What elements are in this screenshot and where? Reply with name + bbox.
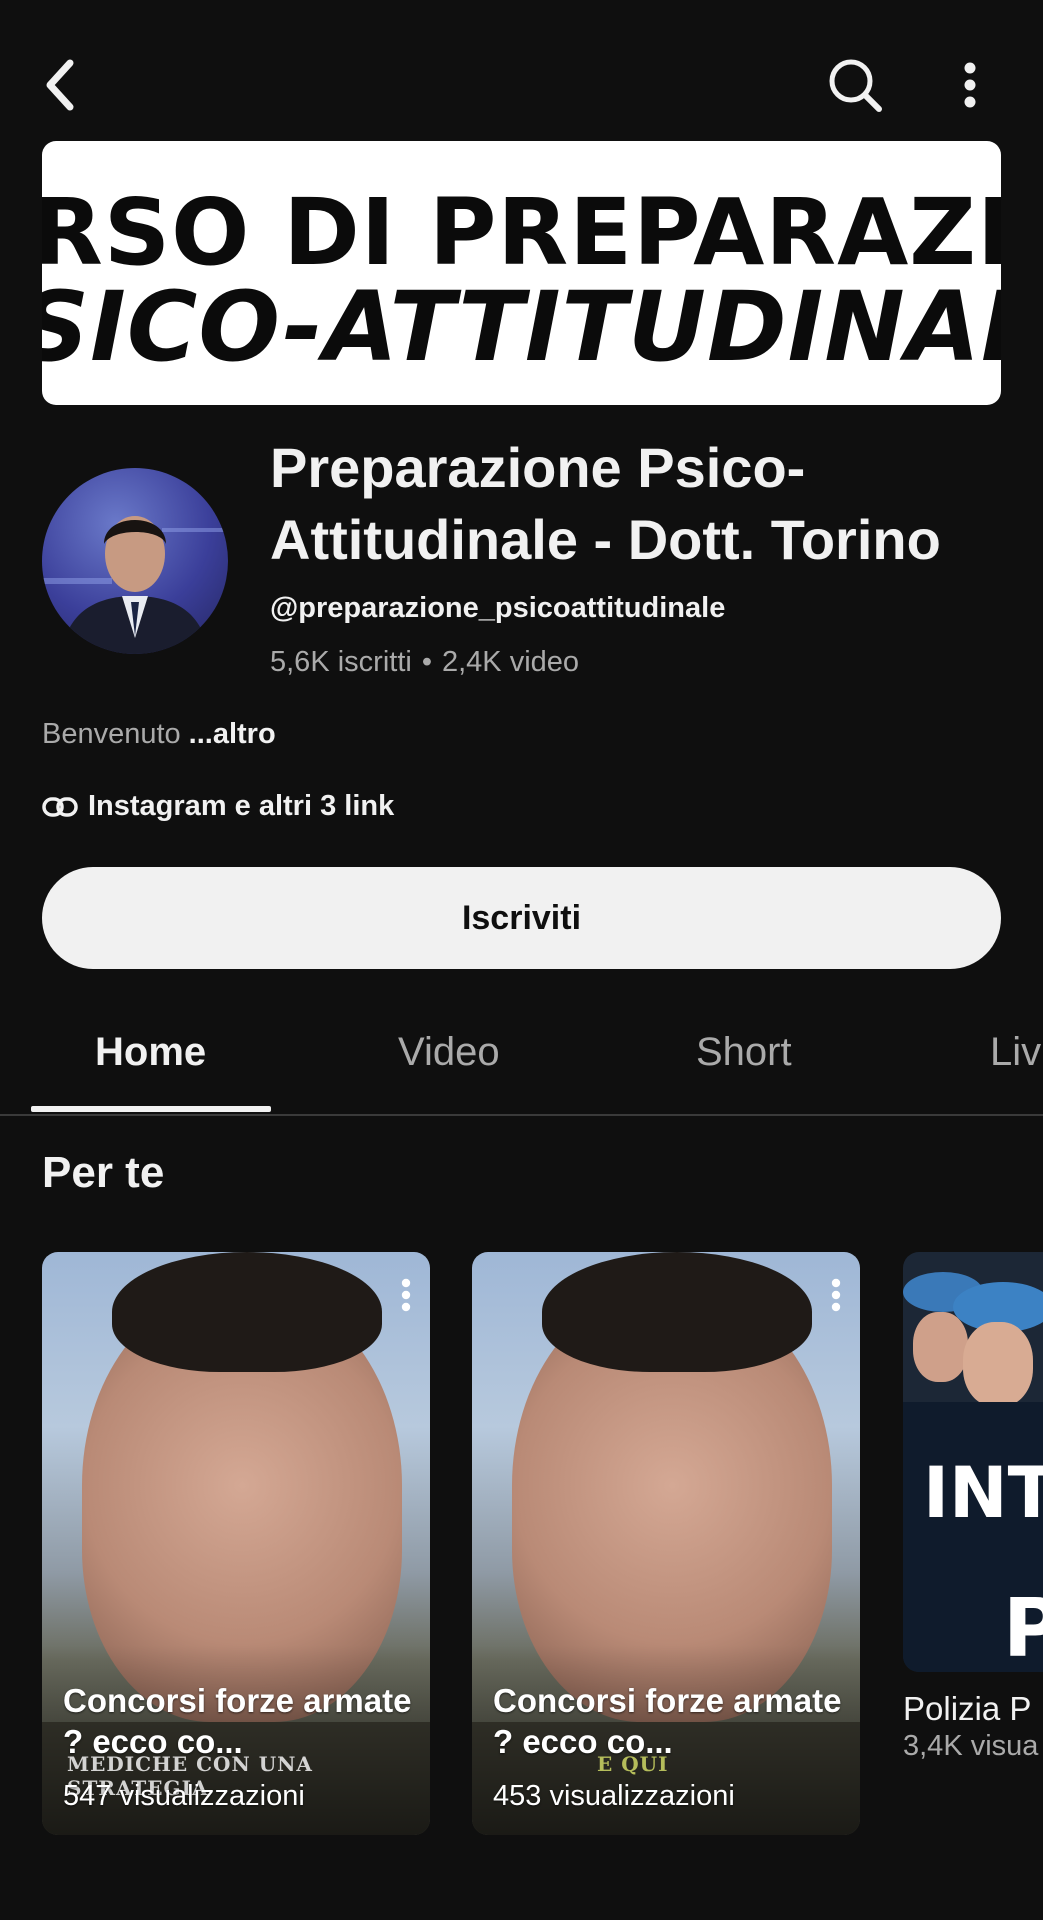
banner-text-line-1: RSO DI PREPARAZIO <box>42 179 1001 286</box>
banner-text-line-2: SICO-ATTITUDINAL <box>42 271 1001 383</box>
tab-video[interactable]: Video <box>398 1030 500 1075</box>
thumbnail-face <box>913 1312 968 1382</box>
channel-title: Preparazione Psico-Attitudinale - Dott. … <box>270 436 941 571</box>
section-title: Per te <box>42 1148 165 1197</box>
back-arrow-icon[interactable] <box>30 50 90 120</box>
channel-handle: @preparazione_psicoattitudinale <box>270 592 726 624</box>
active-tab-indicator <box>31 1106 271 1112</box>
channel-avatar[interactable] <box>42 468 228 654</box>
thumbnail-hair <box>542 1252 812 1372</box>
channel-stats: 5,6K iscritti • 2,4K video <box>270 646 579 679</box>
short-title: Polizia P <box>903 1690 1032 1727</box>
links-label: Instagram e altri 3 link <box>88 790 395 822</box>
thumbnail-text: INTE <box>923 1452 1043 1534</box>
short-title: Concorsi forze armate ? ecco co... <box>493 1682 842 1760</box>
search-icon[interactable] <box>820 50 890 120</box>
subscriber-count: 5,6K iscritti <box>270 646 412 678</box>
short-card[interactable]: INTE P <box>903 1252 1043 1672</box>
more-vert-icon[interactable] <box>940 50 1000 120</box>
channel-banner: RSO DI PREPARAZIO SICO-ATTITUDINAL <box>42 141 1001 405</box>
thumbnail-text: P <box>1003 1582 1043 1672</box>
short-views: 3,4K visua <box>903 1730 1039 1762</box>
more-vert-icon[interactable] <box>400 1278 412 1317</box>
short-views: 453 visualizzazioni <box>493 1780 735 1812</box>
link-icon <box>42 796 78 817</box>
channel-tabs: Home Video Short Liv <box>0 1000 1043 1116</box>
top-app-bar <box>0 0 1043 140</box>
tab-home[interactable]: Home <box>95 1030 206 1075</box>
channel-description[interactable]: Benvenuto ...altro <box>42 718 276 751</box>
description-text: Benvenuto <box>42 718 181 750</box>
description-more-link[interactable]: ...altro <box>189 718 276 750</box>
stats-separator: • <box>421 646 432 678</box>
short-card[interactable]: MEDICHE CON UNA STRATEGIA Concorsi forze… <box>42 1252 430 1835</box>
thumbnail-face <box>963 1322 1033 1407</box>
video-count: 2,4K video <box>441 646 580 678</box>
subscribe-button[interactable]: Iscriviti <box>42 867 1001 969</box>
thumbnail-hair <box>112 1252 382 1372</box>
short-title: Concorsi forze armate ? ecco co... <box>63 1682 412 1760</box>
tab-live[interactable]: Liv <box>990 1030 1041 1075</box>
tab-short[interactable]: Short <box>696 1030 792 1075</box>
more-vert-icon[interactable] <box>830 1278 842 1317</box>
channel-links[interactable]: Instagram e altri 3 link <box>42 790 394 823</box>
short-card[interactable]: E QUI Concorsi forze armate ? ecco co...… <box>472 1252 860 1835</box>
short-views: 547 visualizzazioni <box>63 1780 305 1812</box>
